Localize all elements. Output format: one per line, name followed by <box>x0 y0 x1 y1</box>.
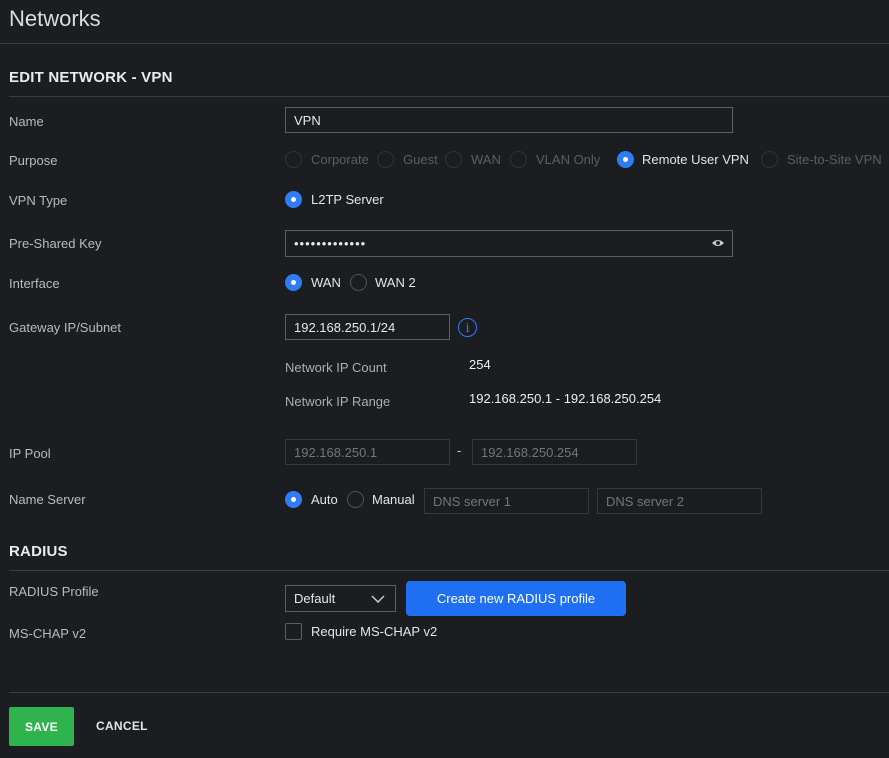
interface-wan2-radio[interactable] <box>350 274 367 291</box>
purpose-guest-radio[interactable] <box>377 151 394 168</box>
save-button[interactable]: SAVE <box>9 707 74 746</box>
network-ip-count-value: 254 <box>469 357 491 372</box>
name-input[interactable] <box>285 107 733 133</box>
gateway-input[interactable] <box>285 314 450 340</box>
interface-wan-label: WAN <box>311 275 341 290</box>
footer-divider <box>9 692 889 693</box>
section-divider <box>9 96 889 97</box>
name-server-auto-label: Auto <box>311 492 338 507</box>
network-ip-count-label: Network IP Count <box>285 360 387 375</box>
dns-server-2-input[interactable] <box>597 488 762 514</box>
ip-pool-end-input[interactable] <box>472 439 637 465</box>
name-label: Name <box>9 114 44 129</box>
psk-input[interactable] <box>285 230 733 257</box>
purpose-label: Purpose <box>9 153 58 168</box>
interface-label: Interface <box>9 276 60 291</box>
purpose-wan-radio[interactable] <box>445 151 462 168</box>
gateway-label: Gateway IP/Subnet <box>9 320 122 335</box>
radius-profile-label: RADIUS Profile <box>9 584 99 599</box>
interface-wan-radio[interactable] <box>285 274 302 291</box>
purpose-vlan-only-label: VLAN Only <box>536 152 601 167</box>
purpose-guest-label: Guest <box>403 152 438 167</box>
purpose-corporate-label: Corporate <box>311 152 369 167</box>
require-mschap-label: Require MS-CHAP v2 <box>311 624 438 639</box>
psk-label: Pre-Shared Key <box>9 236 102 251</box>
ip-pool-start-input[interactable] <box>285 439 450 465</box>
purpose-site-to-site-radio[interactable] <box>761 151 778 168</box>
interface-wan2-label: WAN 2 <box>375 275 416 290</box>
eye-icon[interactable] <box>711 238 725 248</box>
purpose-vlan-only-radio[interactable] <box>510 151 527 168</box>
radius-profile-select[interactable]: Default <box>285 585 396 612</box>
name-server-manual-label: Manual <box>372 492 415 507</box>
network-ip-range-label: Network IP Range <box>285 394 391 409</box>
cancel-button[interactable]: CANCEL <box>96 719 148 733</box>
chevron-down-icon <box>371 595 385 603</box>
ip-pool-label: IP Pool <box>9 446 51 461</box>
ip-pool-separator: - <box>457 443 462 458</box>
network-ip-range-value: 192.168.250.1 - 192.168.250.254 <box>469 391 662 406</box>
vpn-type-label: VPN Type <box>9 193 68 208</box>
dns-server-1-input[interactable] <box>424 488 589 514</box>
vpn-type-l2tp-label: L2TP Server <box>311 192 384 207</box>
page-title: Networks <box>9 6 101 31</box>
edit-network-heading: EDIT NETWORK - VPN <box>9 69 173 86</box>
name-server-label: Name Server <box>9 492 86 507</box>
name-server-auto-radio[interactable] <box>285 491 302 508</box>
radius-divider <box>9 570 889 571</box>
mschap-label: MS-CHAP v2 <box>9 626 87 641</box>
radius-heading: RADIUS <box>9 543 68 560</box>
info-icon[interactable]: i <box>458 318 477 337</box>
purpose-remote-user-vpn-label: Remote User VPN <box>642 152 749 167</box>
name-server-manual-radio[interactable] <box>347 491 364 508</box>
purpose-remote-user-vpn-radio[interactable] <box>617 151 634 168</box>
title-divider <box>0 43 889 44</box>
require-mschap-checkbox[interactable] <box>285 623 302 640</box>
purpose-corporate-radio[interactable] <box>285 151 302 168</box>
radius-profile-selected-value: Default <box>294 591 336 606</box>
create-radius-profile-button[interactable]: Create new RADIUS profile <box>406 581 626 616</box>
purpose-wan-label: WAN <box>471 152 501 167</box>
vpn-type-l2tp-radio[interactable] <box>285 191 302 208</box>
purpose-site-to-site-label: Site-to-Site VPN <box>787 152 882 167</box>
